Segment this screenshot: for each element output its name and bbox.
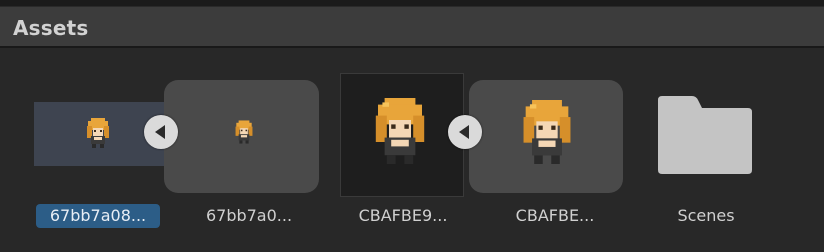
collapse-subassets-button[interactable] (144, 115, 178, 149)
folder-icon[interactable] (656, 94, 754, 176)
asset-label-1[interactable]: 67bb7a08... (36, 204, 160, 228)
asset-label-4[interactable]: CBAFBE... (490, 204, 620, 228)
character-sprite-icon (235, 120, 253, 144)
asset-label-2[interactable]: 67bb7a0... (184, 204, 314, 228)
assets-panel: Assets 67bb7a08... 67bb7a0... CBAFBE9...… (0, 0, 824, 252)
assets-header: Assets (0, 6, 824, 46)
character-sprite-icon (375, 98, 425, 164)
asset-thumbnail-sprite-4[interactable] (469, 80, 623, 193)
asset-label-3[interactable]: CBAFBE9... (338, 204, 468, 228)
chevron-left-icon (459, 125, 469, 139)
panel-title: Assets (13, 16, 89, 40)
asset-label-5[interactable]: Scenes (646, 204, 766, 228)
asset-thumbnail-sprite-2[interactable] (164, 80, 319, 193)
collapse-subassets-button-2[interactable] (448, 115, 482, 149)
asset-thumbnail-sprite-texture-3[interactable] (340, 73, 464, 197)
character-sprite-icon (87, 118, 109, 148)
character-sprite-icon (523, 100, 571, 164)
chevron-left-icon (155, 125, 165, 139)
